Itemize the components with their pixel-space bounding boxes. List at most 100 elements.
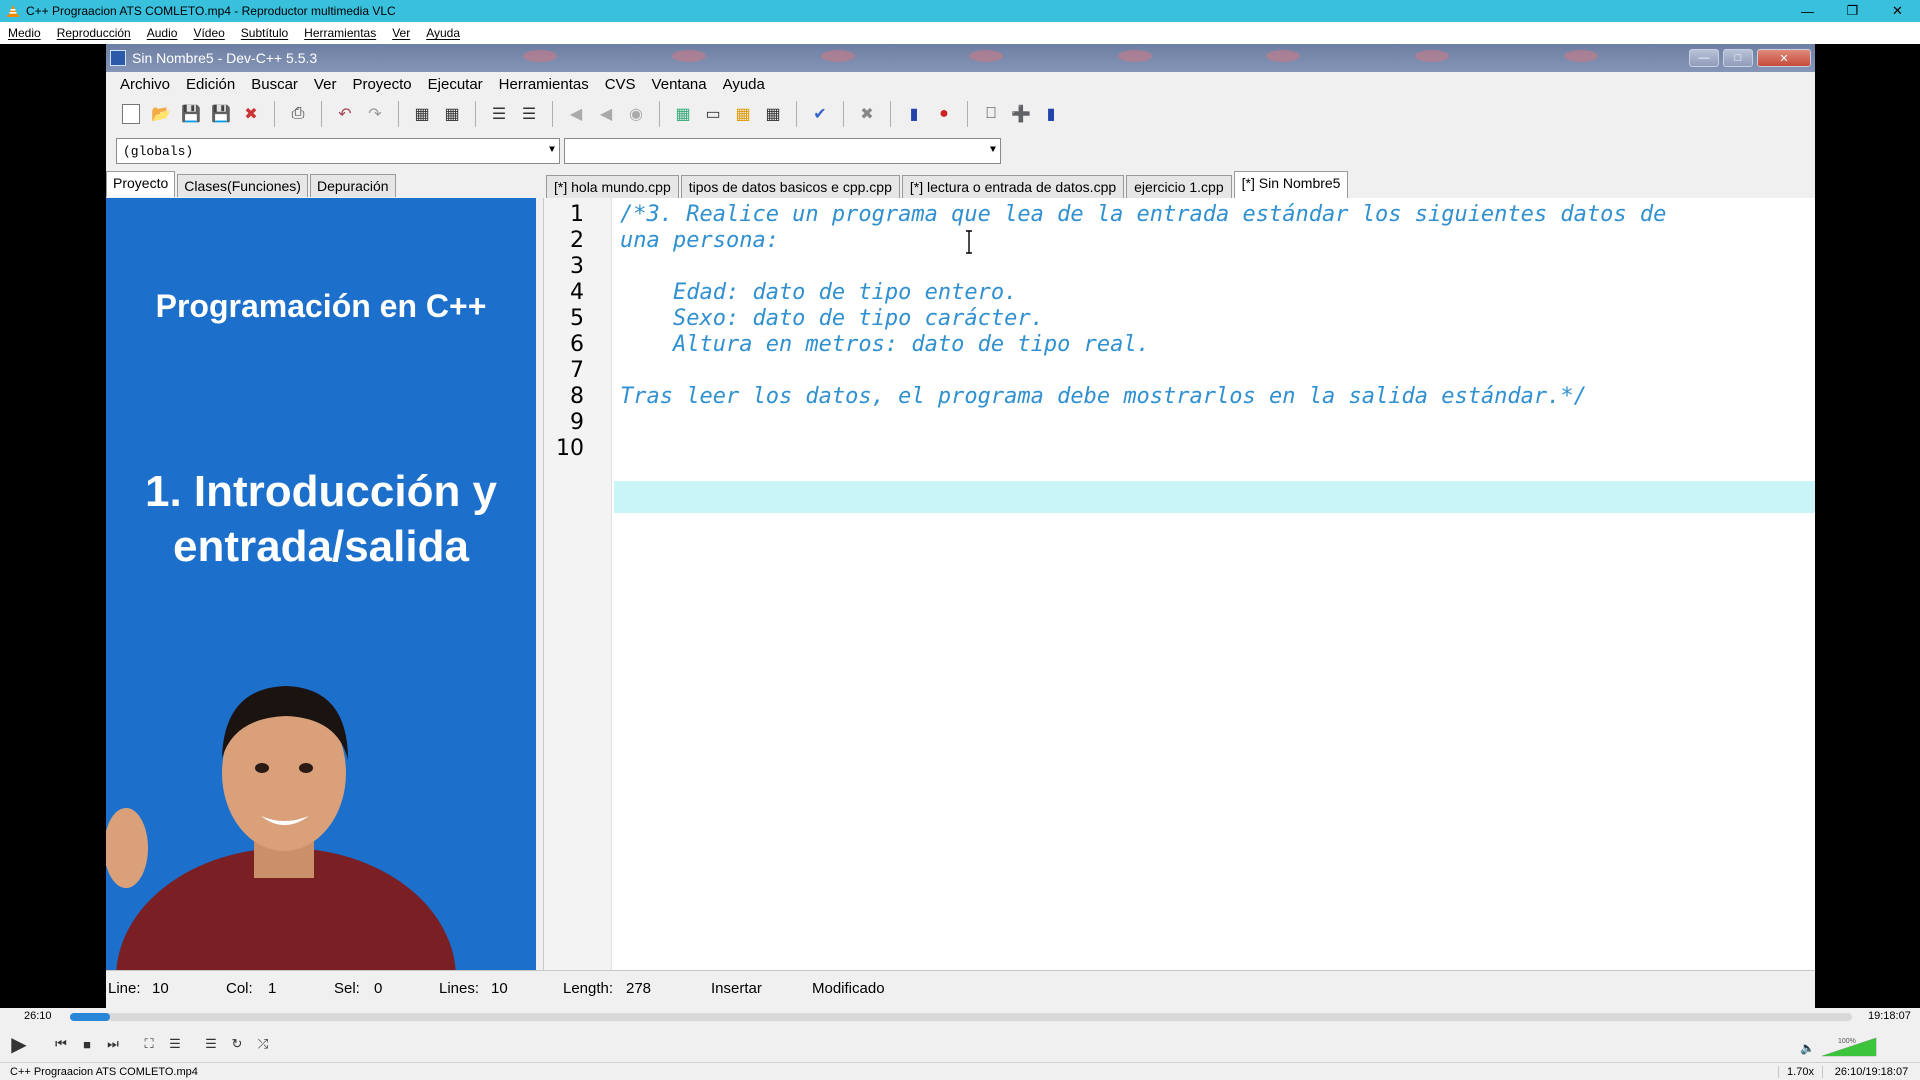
tab-hola-mundo[interactable]: [*] hola mundo.cpp [546,175,679,198]
menu-edicion[interactable]: Edición [178,76,243,93]
tab-depuracion[interactable]: Depuración [309,174,396,197]
tab-lectura[interactable]: [*] lectura o entrada de datos.cpp [901,175,1125,198]
add-to-project-icon[interactable]: ➕ [1008,101,1034,127]
devcpp-minimize-button[interactable]: — [1689,49,1719,67]
project-options-icon[interactable]: ⎕ [978,101,1004,127]
undo-icon[interactable]: ↶ [332,101,358,127]
stop-icon[interactable]: ✖ [854,101,880,127]
status-mode: Insertar [711,980,762,997]
scope-combo[interactable]: (globals) ▼ [116,138,560,164]
fullscreen-icon[interactable]: ⛶ [136,1031,162,1057]
tab-ejercicio-1[interactable]: ejercicio 1.cpp [1126,175,1232,198]
save-all-icon[interactable]: 💾 [208,101,234,127]
tab-proyecto[interactable]: Proyecto [106,171,176,197]
indent-icon[interactable]: ☰ [486,101,512,127]
run-icon[interactable]: ▭ [700,101,726,127]
vlc-controls: 26:10 19:18:07 ▶ ⏮ ■ ⏭ ⛶ ☰ ☰ ↻ ⤮ 🔈 100% … [0,1008,1920,1080]
devcpp-close-button[interactable]: ✕ [1757,49,1811,67]
new-file-icon[interactable] [118,101,144,127]
remove-from-project-icon[interactable]: ▮ [1038,101,1064,127]
replace-icon[interactable]: ▦ [439,101,465,127]
vlc-menu-medio[interactable]: Medio [0,26,49,40]
minimize-button[interactable]: — [1785,0,1830,22]
previous-icon[interactable]: ⏮ [48,1031,74,1057]
play-icon[interactable]: ▶ [4,1030,34,1058]
code-editor[interactable]: 1 2 3 4 5 6 7 8 9 10 /*3. Realice un programa que… [543,198,1815,970]
shuffle-icon[interactable]: ⤮ [250,1031,276,1057]
tab-tipos-de-datos[interactable]: tipos de datos basicos e cpp.cpp [680,175,900,198]
unindent-icon[interactable]: ☰ [516,101,542,127]
playback-rate[interactable]: 1.70x [1778,1065,1822,1078]
tab-clases[interactable]: Clases(Funciones) [177,174,308,197]
code-line[interactable]: /*3. Realice un programa que lea de la e… [620,202,1666,227]
text-cursor-icon [966,230,972,254]
close-file-icon[interactable]: ✖ [238,101,264,127]
save-icon[interactable]: 💾 [178,101,204,127]
open-file-icon[interactable]: 📂 [148,101,174,127]
vlc-menu-reproduccion[interactable]: Reproducción [49,26,139,40]
video-overlay-panel: Programación en C++ 1. Introducción y en… [106,198,536,970]
volume-control[interactable]: 🔈 100% [1800,1034,1880,1058]
line-number: 4 [570,280,584,305]
line-number: 7 [570,358,584,383]
vlc-menu-ver[interactable]: Ver [384,26,418,40]
rebuild-icon[interactable]: ▦ [760,101,786,127]
status-modified: Modificado [812,980,885,997]
back-icon[interactable]: ◀ [563,101,589,127]
vlc-menu-ayuda[interactable]: Ayuda [418,26,468,40]
title-bar-decoration [466,50,1655,64]
left-panel-tabs: Proyecto Clases(Funciones) Depuración [106,171,398,197]
check-syntax-icon[interactable]: ✔ [807,101,833,127]
menu-ejecutar[interactable]: Ejecutar [420,76,491,93]
editor-tabs: [*] hola mundo.cpp tipos de datos basico… [546,171,1350,198]
menu-ventana[interactable]: Ventana [644,76,715,93]
seek-bar[interactable] [70,1013,1852,1021]
restore-button[interactable]: ❐ [1830,0,1875,22]
extended-settings-icon[interactable]: ☰ [162,1031,188,1057]
status-line-label: Line: [108,980,141,997]
menu-ver[interactable]: Ver [306,76,345,93]
vlc-menu-herramientas[interactable]: Herramientas [296,26,384,40]
code-line[interactable]: Altura en metros: dato de tipo real. [620,332,1150,357]
stop-icon[interactable]: ■ [74,1031,100,1057]
member-combo[interactable]: ▼ [564,138,1001,164]
vlc-menu-subtitulo[interactable]: Subtítulo [233,26,296,40]
code-line[interactable]: Tras leer los datos, el programa debe mo… [620,384,1587,409]
code-line[interactable]: Edad: dato de tipo entero. [620,280,1017,305]
loop-icon[interactable]: ↻ [224,1031,250,1057]
redo-icon[interactable]: ↷ [362,101,388,127]
status-time[interactable]: 26:10/19:18:07 [1822,1065,1920,1078]
compile-run-icon[interactable]: ▦ [730,101,756,127]
devcpp-menu-bar: Archivo Edición Buscar Ver Proyecto Ejec… [106,72,1815,96]
presenter-webcam [106,686,456,970]
next-icon[interactable]: ⏭ [100,1031,126,1057]
profile-icon[interactable]: ▮ [901,101,927,127]
seek-row: 26:10 19:18:07 [0,1008,1920,1026]
tab-sin-nombre5[interactable]: [*] Sin Nombre5 [1233,171,1349,198]
bookmark-icon[interactable]: ◉ [623,101,649,127]
menu-herramientas[interactable]: Herramientas [491,76,597,93]
total-time: 19:18:07 [1868,1010,1911,1022]
menu-ayuda[interactable]: Ayuda [715,76,773,93]
devcpp-toolbar: 📂 💾 💾 ✖ ⎙ ↶ ↷ ▦ ▦ ☰ ☰ ◀ ◀ ◉ ▦ ▭ ▦ ▦ ✔ ✖ … [106,96,1815,132]
print-icon[interactable]: ⎙ [285,101,311,127]
playlist-icon[interactable]: ☰ [198,1031,224,1057]
line-number: 1 [570,202,584,227]
vlc-menu-video[interactable]: Vídeo [185,26,232,40]
chevron-down-icon: ▼ [548,145,555,156]
code-line[interactable]: una persona: [620,228,779,253]
vlc-menu-audio[interactable]: Audio [139,26,186,40]
menu-cvs[interactable]: CVS [597,76,644,93]
find-icon[interactable]: ▦ [409,101,435,127]
close-button[interactable]: ✕ [1875,0,1920,22]
devcpp-maximize-button[interactable]: □ [1723,49,1753,67]
menu-archivo[interactable]: Archivo [112,76,178,93]
menu-proyecto[interactable]: Proyecto [344,76,419,93]
compile-icon[interactable]: ▦ [670,101,696,127]
forward-icon[interactable]: ◀ [593,101,619,127]
status-lines-label: Lines: [439,980,480,997]
line-number: 2 [570,228,584,253]
debug-icon[interactable]: ● [931,101,957,127]
code-line[interactable]: Sexo: dato de tipo carácter. [620,306,1044,331]
menu-buscar[interactable]: Buscar [243,76,306,93]
